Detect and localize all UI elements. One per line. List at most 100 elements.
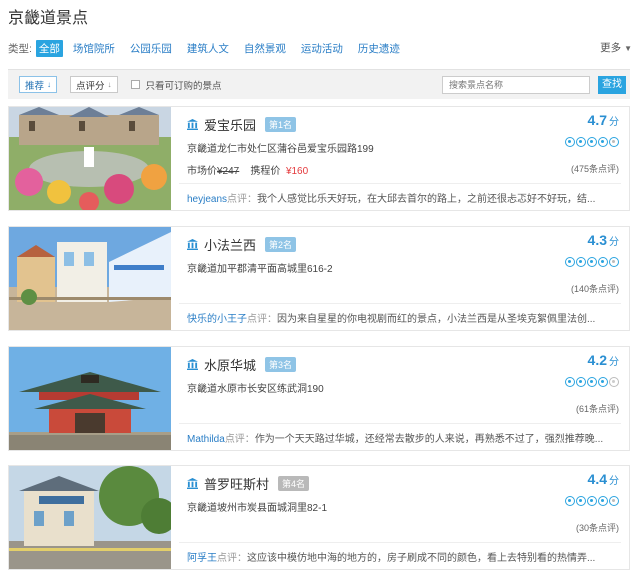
sort-recommend-label: 推荐 <box>25 80 45 92</box>
type-tab-architecture[interactable]: 建筑人文 <box>187 41 229 56</box>
star-icon <box>576 496 586 506</box>
deal-price: ¥160 <box>285 166 309 177</box>
bookable-only-checkbox[interactable] <box>130 80 140 89</box>
search-button[interactable]: 查找 <box>598 76 626 94</box>
attraction-title-row: 爱宝乐园 第1名 <box>187 115 297 134</box>
market-price: ¥247 <box>217 166 240 177</box>
rank-badge: 第4名 <box>278 476 310 491</box>
attraction-score: 4.3 分 <box>587 232 619 248</box>
reviewer-name[interactable]: 阿孚王 <box>187 553 217 564</box>
reviewer-name[interactable]: Mathilda <box>187 434 225 445</box>
reviewer-name[interactable]: 快乐的小王子 <box>187 314 247 325</box>
attraction-photo[interactable] <box>9 466 171 569</box>
type-tab-venues[interactable]: 场馆院所 <box>73 41 115 56</box>
star-icon <box>565 496 575 506</box>
type-tab-history[interactable]: 历史遗迹 <box>358 41 400 56</box>
page-title: 京畿道景点 <box>8 10 89 27</box>
attraction-card[interactable]: 水原华城 第3名 京畿道水原市长安区练武洞190 4.2 分 (61条点评) Ma… <box>8 346 630 451</box>
landmark-icon <box>187 478 198 489</box>
bookable-only-label[interactable]: 只看可订购的景点 <box>146 78 222 92</box>
search-input[interactable] <box>442 76 590 94</box>
landmark-icon <box>187 359 198 370</box>
sort-rating-label: 点评分 <box>76 80 105 92</box>
rank-badge: 第2名 <box>265 237 297 252</box>
review-text: 作为一个天天路过华城，还经常去散步的人来说，再熟悉不过了，强烈推荐晚... <box>254 434 604 445</box>
star-icon <box>576 137 586 147</box>
rating-stars <box>564 137 619 147</box>
review-snippet: 阿孚王点评：这应该中模仿地中海的地方的，房子刷成不同的颜色，看上去特别看的热情弄… <box>187 549 615 564</box>
review-tag: 点评： <box>224 434 255 445</box>
star-icon <box>587 137 597 147</box>
star-icon <box>565 377 575 387</box>
divider <box>179 183 621 184</box>
review-text: 这应该中模仿地中海的地方的，房子刷成不同的颜色，看上去特别看的热情弄... <box>247 553 596 564</box>
type-tab-sports[interactable]: 运动活动 <box>301 41 343 56</box>
attraction-card[interactable]: 小法兰西 第2名 京畿道加平郡清平面高城里616-2 4.3 分 (140条点评)… <box>8 226 630 331</box>
rank-badge: 第1名 <box>265 117 297 132</box>
attraction-address: 京畿道加平郡清平面高城里616-2 <box>187 264 333 275</box>
sort-recommend-button[interactable]: 推荐 ↓ <box>19 76 58 93</box>
attraction-address: 京畿道水原市长安区练武洞190 <box>187 384 324 395</box>
half-star-icon <box>609 496 619 506</box>
review-text: 因为来自星星的你电视剧而红的景点，小法兰西是从圣埃克絮佩里法创... <box>277 314 596 325</box>
review-tag: 点评： <box>247 314 277 325</box>
review-snippet: Mathilda点评：作为一个天天路过华城，还经常去散步的人来说，再熟悉不过了，… <box>187 430 615 445</box>
attraction-title-row: 小法兰西 第2名 <box>187 235 297 254</box>
review-count[interactable]: (140条点评) <box>571 282 619 295</box>
attraction-card[interactable]: 普罗旺斯村 第4名 京畿道坡州市炭县面城洞里82-1 4.4 分 (30条点评) … <box>8 465 630 570</box>
rating-stars <box>564 377 619 387</box>
landmark-icon <box>187 239 198 250</box>
price-row: 市场价¥247 携程价 ¥160 <box>187 162 308 177</box>
star-icon <box>598 377 608 387</box>
rating-stars <box>564 496 619 506</box>
attraction-name[interactable]: 水原华城 <box>204 355 256 374</box>
deal-price-label: 携程价 <box>250 166 281 177</box>
review-count[interactable]: (475条点评) <box>571 162 619 175</box>
sort-rating-button[interactable]: 点评分 ↓ <box>70 76 118 93</box>
empty-star-icon <box>609 377 619 387</box>
arrow-down-icon: ↓ <box>47 80 52 89</box>
arrow-down-icon: ↓ <box>107 80 112 89</box>
type-tab-all[interactable]: 全部 <box>35 39 63 57</box>
attraction-score: 4.2 分 <box>587 352 619 368</box>
review-tag: 点评： <box>227 194 258 205</box>
more-dropdown[interactable]: 更多 ▼ <box>600 40 632 55</box>
attraction-score: 4.7 分 <box>587 112 619 128</box>
star-icon <box>587 377 597 387</box>
attraction-photo[interactable] <box>9 107 171 210</box>
half-star-icon <box>609 137 619 147</box>
star-icon <box>576 377 586 387</box>
review-count[interactable]: (61条点评) <box>576 402 619 415</box>
star-icon <box>587 496 597 506</box>
attraction-name[interactable]: 爱宝乐园 <box>204 115 256 134</box>
attraction-name[interactable]: 普罗旺斯村 <box>204 474 269 493</box>
review-tag: 点评： <box>217 553 247 564</box>
review-snippet: heyjeans点评：我个人感觉比乐天好玩，在大邱去首尔的路上，之前还很忐忑好不… <box>187 190 615 205</box>
attraction-address: 京畿道坡州市炭县面城洞里82-1 <box>187 503 328 514</box>
rating-stars <box>564 257 619 267</box>
half-star-icon <box>609 257 619 267</box>
type-filter-bar: 类型: 全部 场馆院所 公园乐园 建筑人文 自然景观 运动活动 历史遗迹 更多 ▼ <box>8 39 636 57</box>
reviewer-name[interactable]: heyjeans <box>187 194 227 205</box>
attraction-title-row: 水原华城 第3名 <box>187 355 297 374</box>
star-icon <box>565 137 575 147</box>
star-icon <box>598 257 608 267</box>
star-icon <box>565 257 575 267</box>
attraction-name[interactable]: 小法兰西 <box>204 235 256 254</box>
type-tab-parks[interactable]: 公园乐园 <box>130 41 172 56</box>
attraction-card[interactable]: 爱宝乐园 第1名 京畿道龙仁市处仁区蒲谷邑爱宝乐园路199 4.7 分 市场价¥2… <box>8 106 630 211</box>
attraction-title-row: 普罗旺斯村 第4名 <box>187 474 310 493</box>
attraction-photo[interactable] <box>9 227 171 330</box>
landmark-icon <box>187 119 198 130</box>
divider <box>179 542 621 543</box>
attraction-photo[interactable] <box>9 347 171 450</box>
star-icon <box>598 496 608 506</box>
market-price-label: 市场价 <box>187 166 217 177</box>
star-icon <box>587 257 597 267</box>
type-filter-label: 类型: <box>8 42 32 55</box>
review-text: 我个人感觉比乐天好玩，在大邱去首尔的路上，之前还很忐忑好不好玩，结... <box>257 194 596 205</box>
type-tab-nature[interactable]: 自然景观 <box>244 41 286 56</box>
divider <box>179 423 621 424</box>
review-count[interactable]: (30条点评) <box>576 521 619 534</box>
review-snippet: 快乐的小王子点评：因为来自星星的你电视剧而红的景点，小法兰西是从圣埃克絮佩里法创… <box>187 310 615 325</box>
